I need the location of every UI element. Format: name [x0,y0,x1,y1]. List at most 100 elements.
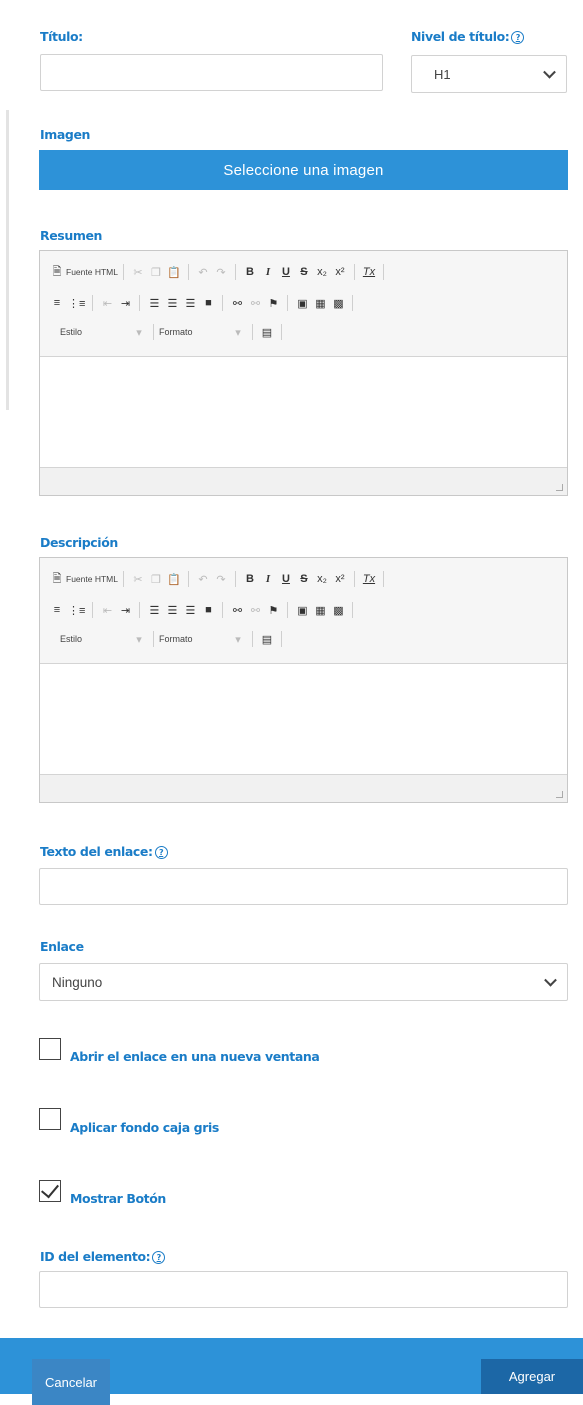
source-icon[interactable]: 🗎 [50,263,64,282]
titulo-label: Título: [40,29,83,44]
enlace-value: Ninguno [52,974,103,990]
toolbar-row-1: 🗎 Fuente HTML ✂ ❐ 📋 ↶ ↷ B I U S x₂ x² Tx [48,261,389,283]
select-image-button[interactable]: Seleccione una imagen [39,150,568,190]
checkbox-gray-box[interactable] [39,1108,61,1130]
bulleted-list-icon[interactable]: ⋮≡ [68,297,85,310]
editor-status-bar [40,467,567,495]
bold-icon[interactable]: B [243,266,257,278]
template-icon[interactable]: ▤ [260,326,274,339]
checkbox-show-button[interactable] [39,1179,61,1202]
resize-handle-icon[interactable] [556,791,563,798]
style-dropdown[interactable]: Estilo [48,327,130,337]
resumen-content-area[interactable] [40,357,567,467]
link-icon[interactable]: ⚯ [230,604,244,617]
source-button[interactable]: Fuente HTML [66,267,118,277]
toolbar-row-3: Estilo ▾ Formato ▾ ▤ [48,628,287,650]
bold-icon[interactable]: B [243,573,257,585]
toolbar-row-2: ≡ ⋮≡ ⇤ ⇥ ☰ ☰ ☰ ■ ⚯ ⚯ ⚑ ▣ ▦ ▩ [48,292,358,314]
resize-handle-icon[interactable] [556,484,563,491]
copy-icon[interactable]: ❐ [149,266,163,279]
justify-icon[interactable]: ■ [201,604,215,616]
italic-icon[interactable]: I [261,573,275,585]
underline-icon[interactable]: U [279,266,293,278]
bulleted-list-icon[interactable]: ⋮≡ [68,604,85,617]
superscript-icon[interactable]: x² [333,266,347,278]
strikethrough-icon[interactable]: S [297,573,311,585]
remove-format-icon[interactable]: Tx [362,573,376,585]
format-arrow-icon[interactable]: ▾ [231,326,245,339]
numbered-list-icon[interactable]: ≡ [50,297,64,309]
link-icon[interactable]: ⚯ [230,297,244,310]
indent-icon[interactable]: ⇥ [118,604,132,617]
descripcion-label: Descripción [40,535,118,550]
table-icon[interactable]: ▦ [313,604,327,617]
align-center-icon[interactable]: ☰ [165,604,179,617]
help-icon[interactable]: ? [154,846,168,859]
subscript-icon[interactable]: x₂ [315,573,329,585]
align-left-icon[interactable]: ☰ [147,604,161,617]
outdent-icon[interactable]: ⇤ [100,604,114,617]
cancel-button[interactable]: Cancelar [32,1359,110,1405]
help-icon[interactable]: ? [511,31,525,44]
image-icon[interactable]: ▣ [295,297,309,310]
paste-icon[interactable]: 📋 [167,573,181,586]
underline-icon[interactable]: U [279,573,293,585]
indent-icon[interactable]: ⇥ [118,297,132,310]
copy-icon[interactable]: ❐ [149,573,163,586]
align-right-icon[interactable]: ☰ [183,604,197,617]
nivel-titulo-select[interactable]: H1 [411,55,567,93]
media-icon[interactable]: ▩ [331,604,345,617]
superscript-icon[interactable]: x² [333,573,347,585]
strikethrough-icon[interactable]: S [297,266,311,278]
source-icon[interactable]: 🗎 [50,570,64,589]
undo-icon[interactable]: ↶ [196,573,210,586]
chevron-down-icon [543,65,556,79]
redo-icon[interactable]: ↷ [214,573,228,586]
nivel-titulo-value: H1 [434,66,451,82]
anchor-flag-icon[interactable]: ⚑ [266,297,280,310]
id-elemento-label: ID del elemento:? [40,1249,166,1264]
table-icon[interactable]: ▦ [313,297,327,310]
cut-icon[interactable]: ✂ [131,266,145,279]
style-arrow-icon[interactable]: ▾ [132,633,146,646]
style-arrow-icon[interactable]: ▾ [132,326,146,339]
format-arrow-icon[interactable]: ▾ [231,633,245,646]
id-elemento-input[interactable] [39,1271,568,1308]
titulo-input[interactable] [40,54,383,91]
align-left-icon[interactable]: ☰ [147,297,161,310]
texto-enlace-input[interactable] [39,868,568,905]
checkbox-open-new-window[interactable] [39,1038,61,1060]
source-button[interactable]: Fuente HTML [66,574,118,584]
media-icon[interactable]: ▩ [331,297,345,310]
paste-icon[interactable]: 📋 [167,266,181,279]
unlink-icon[interactable]: ⚯ [248,297,262,310]
undo-icon[interactable]: ↶ [196,266,210,279]
align-center-icon[interactable]: ☰ [165,297,179,310]
help-icon[interactable]: ? [152,1251,166,1264]
numbered-list-icon[interactable]: ≡ [50,604,64,616]
descripcion-content-area[interactable] [40,664,567,774]
template-icon[interactable]: ▤ [260,633,274,646]
enlace-select[interactable]: Ninguno [39,963,568,1001]
cut-icon[interactable]: ✂ [131,573,145,586]
align-right-icon[interactable]: ☰ [183,297,197,310]
outdent-icon[interactable]: ⇤ [100,297,114,310]
unlink-icon[interactable]: ⚯ [248,604,262,617]
checkbox-gray-box-label[interactable]: Aplicar fondo caja gris [70,1120,219,1135]
subscript-icon[interactable]: x₂ [315,266,329,278]
anchor-flag-icon[interactable]: ⚑ [266,604,280,617]
justify-icon[interactable]: ■ [201,297,215,309]
format-label: Formato [159,327,193,337]
remove-format-icon[interactable]: Tx [362,266,376,278]
redo-icon[interactable]: ↷ [214,266,228,279]
style-dropdown[interactable]: Estilo [48,634,130,644]
add-button[interactable]: Agregar [481,1359,583,1394]
format-dropdown[interactable]: Formato [159,634,229,644]
toolbar-row-1: 🗎 Fuente HTML ✂ ❐ 📋 ↶ ↷ B I U S x₂ x² Tx [48,568,389,590]
checkmark-icon [41,1179,59,1199]
italic-icon[interactable]: I [261,266,275,278]
checkbox-show-button-label[interactable]: Mostrar Botón [70,1191,166,1206]
checkbox-open-new-window-label[interactable]: Abrir el enlace en una nueva ventana [70,1049,320,1064]
image-icon[interactable]: ▣ [295,604,309,617]
format-dropdown[interactable]: Formato [159,327,229,337]
